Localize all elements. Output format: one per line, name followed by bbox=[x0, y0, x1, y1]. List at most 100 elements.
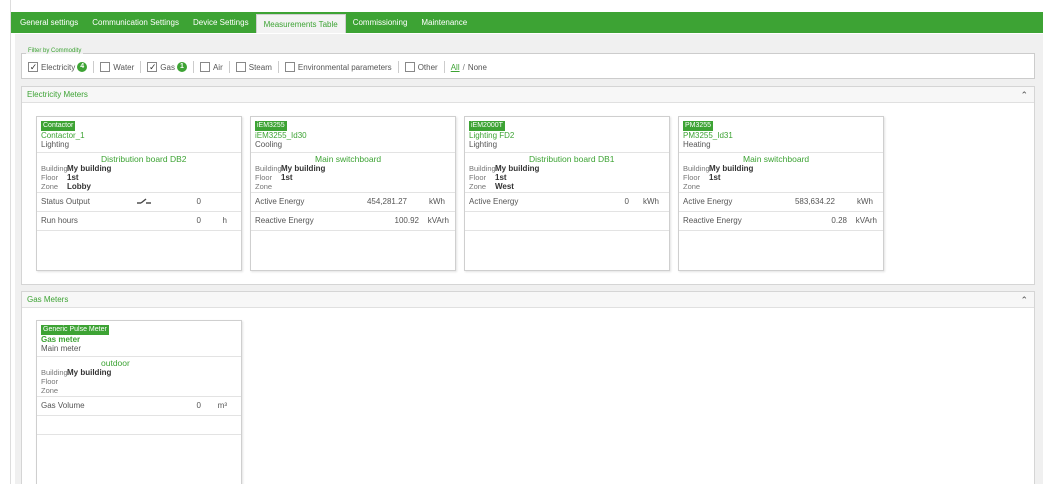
measurement-unit: kVArh bbox=[855, 216, 877, 225]
switch-open-icon bbox=[137, 198, 151, 204]
filter-legend: Filter by Commodity bbox=[26, 48, 84, 54]
measurements-panel: Filter by Commodity Electricity 4 Water … bbox=[15, 34, 1043, 484]
checkbox-water[interactable] bbox=[100, 62, 111, 72]
meter-location: Distribution board DB1 Building My buildi… bbox=[465, 152, 669, 192]
measurement-label: Run hours bbox=[41, 216, 78, 225]
meter-card[interactable]: Contactor Contactor_1 Lighting Distribut… bbox=[36, 116, 242, 271]
select-all-link[interactable]: All bbox=[451, 63, 460, 72]
floor-key: Floor bbox=[41, 377, 59, 386]
measurement-label: Reactive Energy bbox=[255, 216, 314, 225]
floor-key: Floor bbox=[255, 173, 273, 182]
electricity-meters-title: Electricity Meters bbox=[27, 90, 88, 99]
filter-steam[interactable]: Steam bbox=[235, 62, 272, 72]
floor-key: Floor bbox=[683, 173, 701, 182]
gas-meters-header[interactable]: Gas Meters ⌃ bbox=[22, 292, 1034, 308]
filter-electricity[interactable]: Electricity 4 bbox=[28, 62, 88, 72]
gas-meters-section: Gas Meters ⌃ Generic Pulse Meter Gas met… bbox=[21, 291, 1035, 484]
measurement-unit: kVArh bbox=[427, 216, 449, 225]
location-title: Distribution board DB2 bbox=[101, 154, 187, 164]
measurement-row-empty bbox=[37, 434, 241, 453]
building-key: Building bbox=[41, 368, 68, 377]
building-key: Building bbox=[255, 164, 282, 173]
tab-commissioning[interactable]: Commissioning bbox=[346, 12, 415, 33]
measurement-value: 0 bbox=[196, 197, 201, 206]
floor-key: Floor bbox=[469, 173, 487, 182]
measurement-label: Active Energy bbox=[469, 197, 519, 206]
checkbox-other[interactable] bbox=[404, 62, 415, 72]
checkbox-air[interactable] bbox=[199, 62, 210, 72]
meter-card[interactable]: iEM2000T Lighting FD2 Lighting Distribut… bbox=[464, 116, 670, 271]
meter-card[interactable]: iEM3255 iEM3255_Id30 Cooling Main switch… bbox=[250, 116, 456, 271]
divider bbox=[397, 61, 399, 73]
collapse-chevron-icon[interactable]: ⌃ bbox=[1020, 292, 1028, 308]
meter-name: iEM3255_Id30 bbox=[255, 131, 307, 140]
measurement-row: Active Energy 583,634.22 kWh bbox=[679, 192, 883, 211]
meter-location: outdoor Building My building Floor Zone bbox=[37, 356, 241, 396]
electricity-meters-header[interactable]: Electricity Meters ⌃ bbox=[22, 87, 1034, 103]
building-value: My building bbox=[281, 164, 326, 173]
measurement-row: Reactive Energy 100.92 kVArh bbox=[251, 211, 455, 230]
divider bbox=[228, 61, 230, 73]
filter-other[interactable]: Other bbox=[404, 62, 438, 72]
meter-card[interactable]: Generic Pulse Meter Gas meter Main meter… bbox=[36, 320, 242, 484]
filter-gas[interactable]: Gas 1 bbox=[147, 62, 187, 72]
building-value: My building bbox=[67, 368, 112, 377]
measurement-row-empty bbox=[465, 211, 669, 230]
zone-key: Zone bbox=[255, 182, 273, 191]
tab-device-settings[interactable]: Device Settings bbox=[186, 12, 256, 33]
checkbox-environmental[interactable] bbox=[284, 62, 295, 72]
measurement-label: Active Energy bbox=[683, 197, 733, 206]
measurement-label: Active Energy bbox=[255, 197, 305, 206]
divider bbox=[443, 61, 445, 73]
measurement-row-empty bbox=[465, 230, 669, 249]
measurement-value: 454,281.27 bbox=[366, 197, 407, 206]
filter-air[interactable]: Air bbox=[199, 62, 223, 72]
checkbox-electricity[interactable] bbox=[28, 62, 38, 72]
meter-name: Gas meter bbox=[41, 335, 81, 344]
select-none-link[interactable]: None bbox=[468, 63, 487, 72]
filter-steam-label: Steam bbox=[248, 62, 272, 72]
tab-general-settings[interactable]: General settings bbox=[13, 12, 85, 33]
meter-card[interactable]: PM3255 PM3255_Id31 Heating Main switchbo… bbox=[678, 116, 884, 271]
tab-maintenance[interactable]: Maintenance bbox=[414, 12, 474, 33]
meter-location: Main switchboard Building My building Flo… bbox=[679, 152, 883, 192]
tab-communication-settings[interactable]: Communication Settings bbox=[85, 12, 186, 33]
collapse-chevron-icon[interactable]: ⌃ bbox=[1020, 87, 1028, 103]
measurement-unit: m³ bbox=[217, 401, 227, 410]
zone-value: West bbox=[495, 182, 514, 191]
measurement-row: Status Output 0 bbox=[37, 192, 241, 211]
meter-location: Main switchboard Building My building Flo… bbox=[251, 152, 455, 192]
building-key: Building bbox=[41, 164, 68, 173]
location-title: Distribution board DB1 bbox=[529, 154, 615, 164]
tab-bar: General settings Communication Settings … bbox=[11, 12, 1043, 33]
gas-count-badge: 1 bbox=[176, 62, 187, 72]
checkbox-gas[interactable] bbox=[147, 62, 158, 72]
measurement-unit: h bbox=[222, 216, 227, 225]
gas-meters-title: Gas Meters bbox=[27, 295, 69, 304]
filter-row: Electricity 4 Water Gas 1 Air bbox=[28, 61, 493, 73]
meter-usage: Heating bbox=[683, 140, 711, 149]
measurement-row-empty bbox=[251, 230, 455, 249]
measurement-unit: kWh bbox=[429, 197, 445, 206]
zone-key: Zone bbox=[683, 182, 701, 191]
electricity-count-badge: 4 bbox=[77, 62, 88, 72]
zone-value: Lobby bbox=[67, 182, 91, 191]
measurement-value: 0 bbox=[624, 197, 629, 206]
measurement-row: Active Energy 454,281.27 kWh bbox=[251, 192, 455, 211]
meter-name: Contactor_1 bbox=[41, 131, 85, 140]
measurement-unit: kWh bbox=[643, 197, 659, 206]
measurement-unit: kWh bbox=[857, 197, 873, 206]
checkbox-steam[interactable] bbox=[235, 62, 246, 72]
divider bbox=[277, 61, 279, 73]
tab-measurements-table[interactable]: Measurements Table bbox=[255, 14, 346, 33]
electricity-meters-section: Electricity Meters ⌃ Contactor Contactor… bbox=[21, 86, 1035, 285]
meter-type-badge: PM3255 bbox=[683, 121, 714, 131]
floor-key: Floor bbox=[41, 173, 59, 182]
building-value: My building bbox=[709, 164, 754, 173]
filter-environmental[interactable]: Environmental parameters bbox=[284, 62, 392, 72]
floor-value: 1st bbox=[67, 173, 79, 182]
filter-water[interactable]: Water bbox=[100, 62, 134, 72]
commodity-filter: Filter by Commodity Electricity 4 Water … bbox=[21, 48, 1035, 79]
measurement-row: Reactive Energy 0.28 kVArh bbox=[679, 211, 883, 230]
location-title: Main switchboard bbox=[743, 154, 810, 164]
